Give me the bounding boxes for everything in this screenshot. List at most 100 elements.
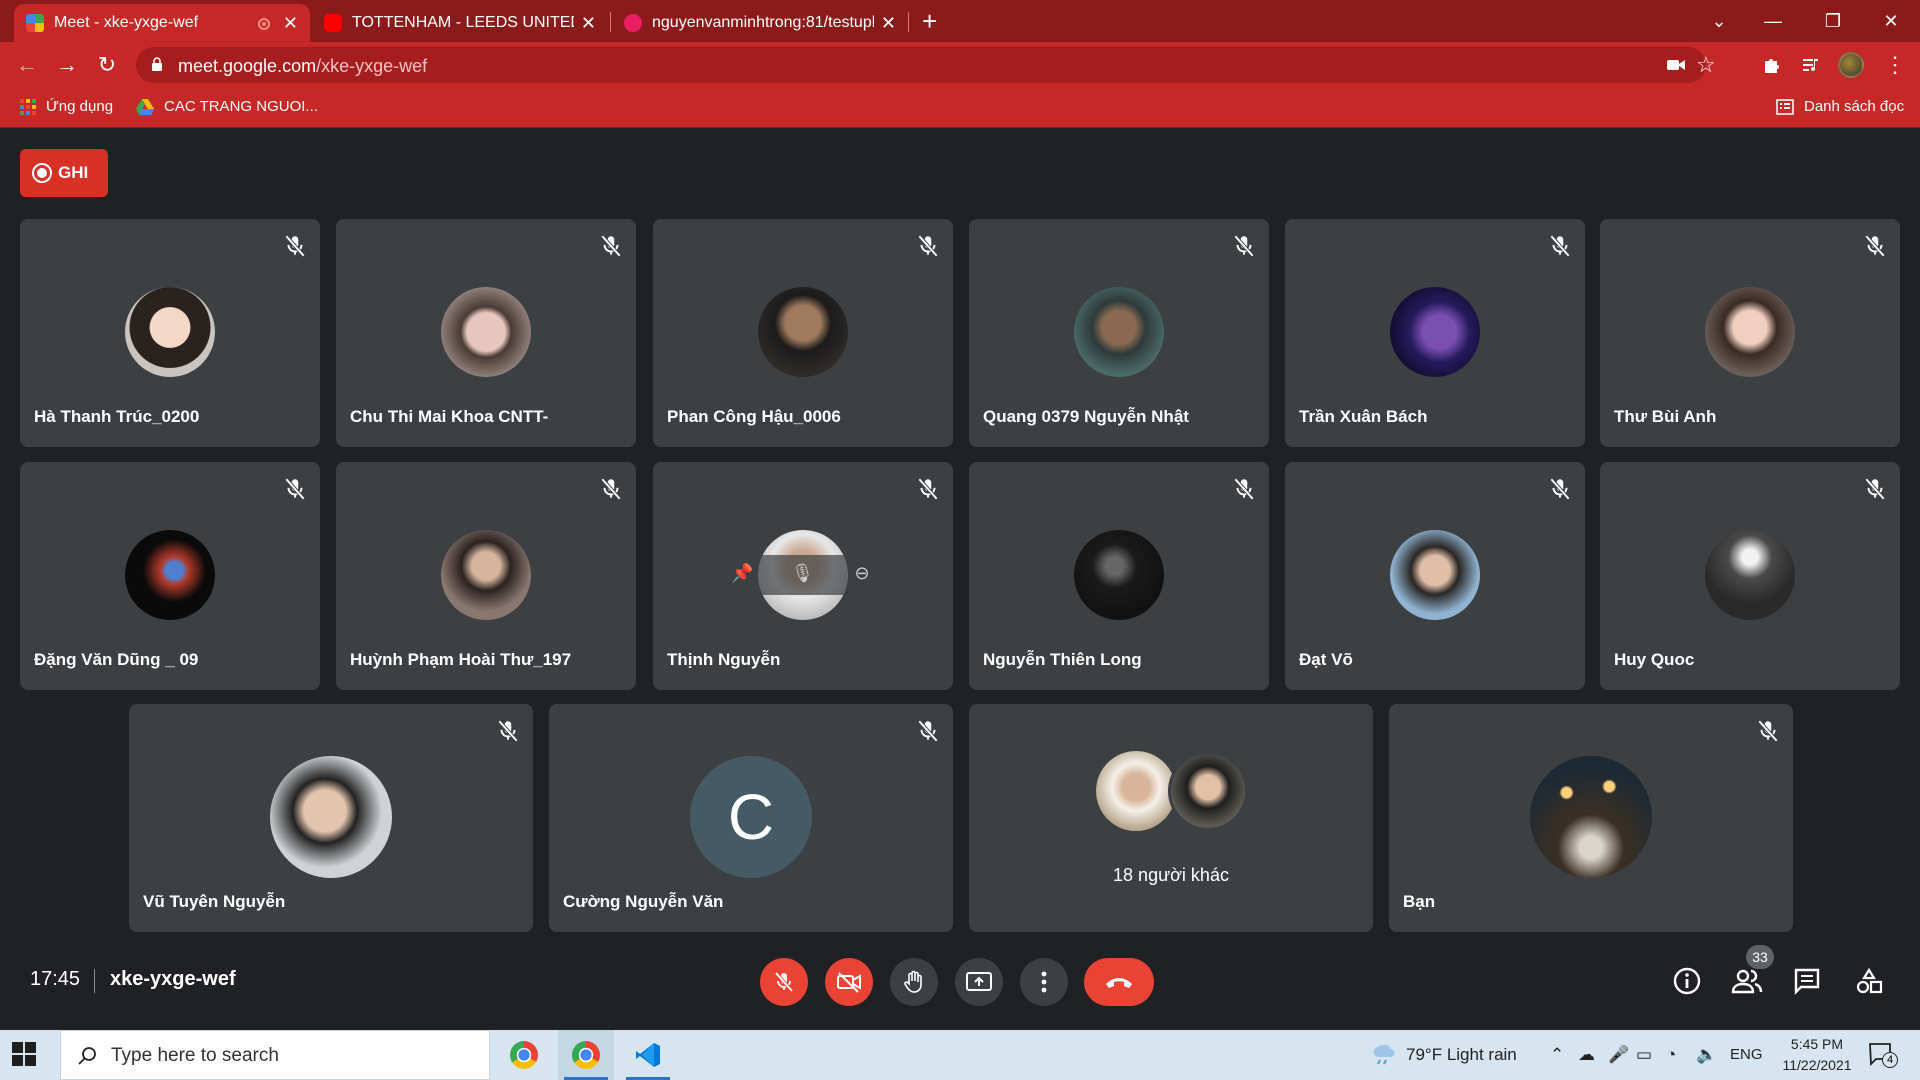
show-hidden-icons[interactable]: ⌃	[1550, 1045, 1564, 1065]
close-tab-icon[interactable]: ✕	[881, 13, 896, 34]
participant-name: Thịnh Nguyễn	[667, 650, 781, 669]
participant-tile[interactable]: C Cường Nguyễn Văn	[549, 704, 953, 932]
minimize-button[interactable]: —	[1744, 0, 1802, 42]
participant-tile[interactable]: Đặng Văn Dũng _ 09	[20, 462, 320, 690]
windows-taskbar: Type here to search 79°F Light rain ⌃ ☁ …	[0, 1030, 1920, 1080]
participant-tile[interactable]: Đạt Võ	[1285, 462, 1585, 690]
microphone-icon[interactable]: 🎤	[1608, 1045, 1629, 1065]
onedrive-icon[interactable]: ☁	[1578, 1045, 1595, 1065]
more-options-button[interactable]	[1020, 958, 1068, 1006]
participant-name: Đạt Võ	[1299, 650, 1353, 669]
tab-search-icon[interactable]: ⌄	[1690, 0, 1748, 42]
language-indicator[interactable]: ENG	[1730, 1046, 1763, 1063]
chrome-menu-icon[interactable]: ⋮	[1880, 50, 1910, 80]
bookmark-apps[interactable]: Ứng dụng	[20, 98, 113, 115]
mic-off-icon	[1233, 234, 1255, 258]
notification-center[interactable]: 4	[1868, 1042, 1900, 1070]
tab-testupload[interactable]: nguyenvanminhtrong:81/testupl ✕	[612, 4, 908, 42]
participant-tile[interactable]: Chu Thi Mai Khoa CNTT-	[336, 219, 636, 447]
address-bar[interactable]: meet.google.com/xke-yxge-wef ☆	[136, 47, 1716, 83]
back-button[interactable]: ←	[12, 50, 42, 80]
chat-icon	[1794, 968, 1820, 995]
mic-off-icon	[917, 234, 939, 258]
participant-tile[interactable]: Huỳnh Phạm Hoài Thư_197	[336, 462, 636, 690]
chat-button[interactable]	[1790, 964, 1824, 998]
weather-text: 79°F Light rain	[1406, 1045, 1517, 1064]
reading-list-button[interactable]: Danh sách đọc	[1776, 98, 1904, 115]
rain-cloud-icon	[1373, 1045, 1395, 1065]
divider	[94, 969, 95, 993]
participant-tile[interactable]: 📌 🎙 ⊖ Thịnh Nguyễn	[653, 462, 953, 690]
bookmark-star-icon[interactable]: ☆	[1696, 52, 1716, 78]
present-screen-button[interactable]	[955, 958, 1003, 1006]
new-tab-button[interactable]: +	[922, 6, 937, 36]
present-icon	[966, 972, 992, 991]
mute-participant-icon[interactable]: 🎙	[791, 563, 814, 585]
youtube-favicon-icon	[324, 14, 342, 32]
weather-widget[interactable]: 79°F Light rain	[1372, 1045, 1517, 1065]
record-icon	[32, 163, 52, 183]
more-vert-icon	[1041, 971, 1047, 993]
participant-tile[interactable]: Nguyễn Thiên Long	[969, 462, 1269, 690]
taskbar-chrome-active[interactable]	[558, 1030, 614, 1080]
start-button[interactable]	[12, 1042, 36, 1066]
url-text: meet.google.com/xke-yxge-wef	[178, 56, 427, 77]
tab-title: nguyenvanminhtrong:81/testupl	[652, 14, 874, 31]
mic-off-icon	[917, 477, 939, 501]
toggle-camera-button[interactable]	[825, 958, 873, 1006]
participant-tile[interactable]: Vũ Tuyên Nguyễn	[129, 704, 533, 932]
close-tab-icon[interactable]: ✕	[581, 13, 596, 34]
participants-button[interactable]	[1730, 964, 1764, 998]
wifi-icon[interactable]: ◔	[1666, 1045, 1676, 1065]
participant-tile[interactable]: Hà Thanh Trúc_0200	[20, 219, 320, 447]
self-tile[interactable]: Bạn	[1389, 704, 1793, 932]
restore-button[interactable]: ❐	[1804, 0, 1862, 42]
activities-icon	[1856, 967, 1883, 994]
taskbar-chrome[interactable]	[496, 1030, 552, 1080]
pin-icon[interactable]: 📌	[731, 563, 753, 585]
battery-icon[interactable]: ▭	[1636, 1045, 1652, 1065]
record-label: GHI	[58, 163, 89, 182]
others-tile[interactable]: 18 người khác	[969, 704, 1373, 932]
taskbar-search-field[interactable]: Type here to search	[60, 1030, 490, 1080]
bookmark-drive-folder[interactable]: CAC TRANG NGUOI...	[136, 98, 318, 115]
participant-avatar	[125, 530, 215, 620]
reload-button[interactable]: ↻	[92, 50, 122, 80]
forward-button[interactable]: →	[52, 50, 82, 80]
camera-permission-icon[interactable]	[1666, 55, 1686, 75]
participant-avatar	[1705, 287, 1795, 377]
close-window-button[interactable]: ✕	[1862, 0, 1920, 42]
media-control-icon[interactable]	[1796, 50, 1826, 80]
raise-hand-button[interactable]	[890, 958, 938, 1006]
meeting-details-button[interactable]	[1670, 964, 1704, 998]
leave-call-button[interactable]	[1084, 958, 1154, 1006]
taskbar-vscode[interactable]	[620, 1030, 676, 1080]
participant-avatar	[441, 287, 531, 377]
toggle-microphone-button[interactable]	[760, 958, 808, 1006]
close-tab-icon[interactable]: ✕	[283, 13, 298, 34]
participant-name: Trần Xuân Bách	[1299, 407, 1428, 426]
participant-tile[interactable]: Quang 0379 Nguyễn Nhật	[969, 219, 1269, 447]
participant-tile[interactable]: Thư Bùi Anh	[1600, 219, 1900, 447]
participant-avatar	[1390, 287, 1480, 377]
tab-youtube[interactable]: TOTTENHAM - LEEDS UNITED: SU ✕	[312, 4, 608, 42]
participant-tile[interactable]: Trần Xuân Bách	[1285, 219, 1585, 447]
profile-avatar[interactable]	[1838, 52, 1864, 78]
remove-icon[interactable]: ⊖	[851, 563, 873, 585]
recording-badge[interactable]: GHI	[20, 149, 108, 197]
system-clock[interactable]: 5:45 PM 11/22/2021	[1772, 1034, 1862, 1076]
volume-icon[interactable]: 🔈	[1696, 1045, 1717, 1065]
others-count-label: 18 người khác	[1113, 865, 1229, 885]
bookmark-label: CAC TRANG NGUOI...	[164, 98, 318, 115]
mic-off-icon	[1864, 234, 1886, 258]
tab-meet[interactable]: Meet - xke-yxge-wef ✕	[14, 4, 310, 42]
activities-button[interactable]	[1852, 964, 1886, 998]
chrome-profile-icon	[572, 1041, 600, 1069]
google-drive-icon	[136, 98, 154, 115]
participant-tile[interactable]: Phan Công Hậu_0006	[653, 219, 953, 447]
mic-off-icon	[917, 719, 939, 743]
participant-tile[interactable]: Huy Quoc	[1600, 462, 1900, 690]
hand-icon	[904, 970, 922, 993]
participant-name: Phan Công Hậu_0006	[667, 407, 841, 426]
extensions-icon[interactable]	[1756, 50, 1786, 80]
